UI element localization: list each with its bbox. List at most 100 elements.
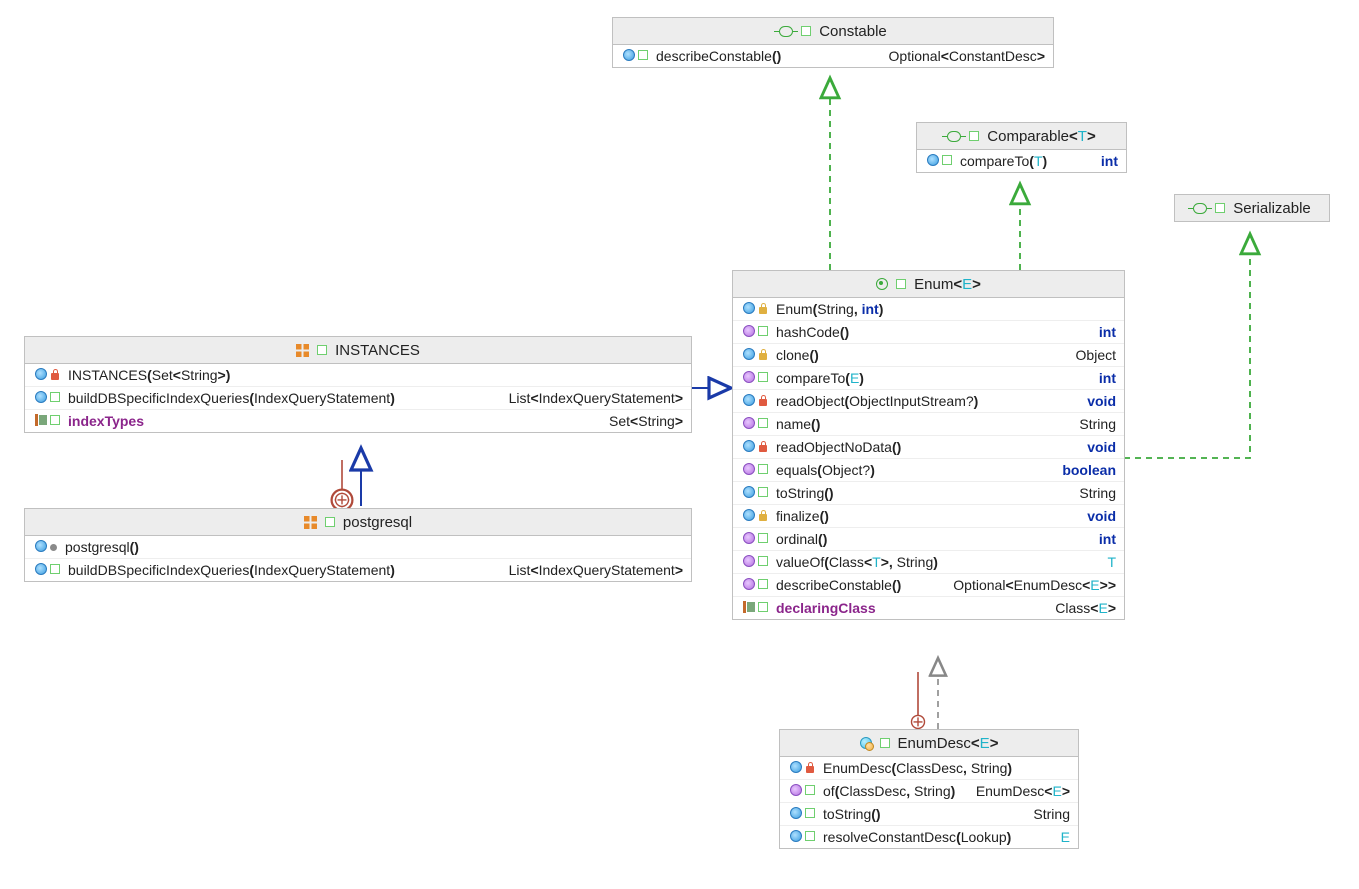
member-list: EnumDesc(ClassDesc, String)of(ClassDesc,… xyxy=(780,757,1078,848)
return-type: Optional<EnumDesc<E>> xyxy=(953,577,1116,593)
header-constable[interactable]: Constable xyxy=(613,18,1053,45)
return-type: List<IndexQueryStatement> xyxy=(509,390,683,406)
public-icon xyxy=(758,602,768,612)
public-icon xyxy=(758,418,768,428)
member-row[interactable]: compareTo(E)int xyxy=(733,367,1124,390)
member-row[interactable]: ordinal()int xyxy=(733,528,1124,551)
method-icon xyxy=(743,555,755,567)
box-constable[interactable]: Constable describeConstable() Optional<C… xyxy=(612,17,1054,68)
public-icon xyxy=(325,517,335,527)
signature: declaringClass xyxy=(776,600,876,616)
public-icon xyxy=(758,326,768,336)
return-type: void xyxy=(1087,393,1116,409)
public-icon xyxy=(805,785,815,795)
header-serializable[interactable]: Serializable xyxy=(1175,195,1329,221)
return-type: EnumDesc<E> xyxy=(976,783,1070,799)
method-icon xyxy=(743,325,755,337)
package-private-icon xyxy=(50,544,57,551)
member-row[interactable]: buildDBSpecificIndexQueries(IndexQuerySt… xyxy=(25,559,691,581)
return-type: void xyxy=(1087,439,1116,455)
method-icon xyxy=(743,417,755,429)
method-icon xyxy=(790,761,802,773)
method-icon xyxy=(623,49,635,61)
return-type: E xyxy=(1061,829,1070,845)
member-row[interactable]: readObjectNoData() void xyxy=(733,436,1124,459)
member-row[interactable]: buildDBSpecificIndexQueries(IndexQuerySt… xyxy=(25,387,691,410)
box-instances[interactable]: INSTANCES INSTANCES(Set<String>)buildDBS… xyxy=(24,336,692,433)
member-row[interactable]: finalize()void xyxy=(733,505,1124,528)
header-comparable[interactable]: Comparable<T> xyxy=(917,123,1126,150)
member-row[interactable]: indexTypes Set<String> xyxy=(25,410,691,432)
member-row[interactable]: INSTANCES(Set<String>) xyxy=(25,364,691,387)
signature: hashCode() xyxy=(776,324,849,340)
member-row[interactable]: toString() String xyxy=(733,482,1124,505)
member-row[interactable]: hashCode()int xyxy=(733,321,1124,344)
member-row[interactable]: name()String xyxy=(733,413,1124,436)
signature: indexTypes xyxy=(68,413,144,429)
signature: toString() xyxy=(776,485,834,501)
method-icon xyxy=(35,368,47,380)
member-row[interactable]: resolveConstantDesc(Lookup)E xyxy=(780,826,1078,848)
member-row[interactable]: EnumDesc(ClassDesc, String) xyxy=(780,757,1078,780)
return-type: int xyxy=(1101,153,1118,169)
public-icon xyxy=(758,579,768,589)
member-row[interactable]: describeConstable() Optional<EnumDesc<E>> xyxy=(733,574,1124,597)
private-lock-icon xyxy=(758,395,768,406)
signature: clone() xyxy=(776,347,819,363)
box-postgresql[interactable]: postgresql postgresql() buildDBSpecificIn… xyxy=(24,508,692,582)
return-type: boolean xyxy=(1062,462,1116,478)
return-type: Optional<ConstantDesc> xyxy=(889,48,1045,64)
member-row[interactable]: declaringClass Class<E> xyxy=(733,597,1124,619)
signature: valueOf(Class<T>, String) xyxy=(776,554,938,570)
public-icon xyxy=(942,155,952,165)
title: Serializable xyxy=(1233,200,1311,217)
public-icon xyxy=(758,533,768,543)
member-row[interactable]: valueOf(Class<T>, String)T xyxy=(733,551,1124,574)
member-list: INSTANCES(Set<String>)buildDBSpecificInd… xyxy=(25,364,691,432)
return-type: String xyxy=(1033,806,1070,822)
public-icon xyxy=(50,392,60,402)
box-enumdesc[interactable]: EnumDesc<E> EnumDesc(ClassDesc, String)o… xyxy=(779,729,1079,849)
member-row[interactable]: postgresql() xyxy=(25,536,691,559)
method-icon xyxy=(743,302,755,314)
title: Constable xyxy=(819,23,887,40)
method-icon xyxy=(790,807,802,819)
method-icon xyxy=(35,391,47,403)
member-row[interactable]: clone()Object xyxy=(733,344,1124,367)
member-row[interactable]: of(ClassDesc, String)EnumDesc<E> xyxy=(780,780,1078,803)
box-comparable[interactable]: Comparable<T> compareTo(T) int xyxy=(916,122,1127,173)
method-icon xyxy=(743,440,755,452)
method-icon xyxy=(790,830,802,842)
member-row[interactable]: readObject(ObjectInputStream?)void xyxy=(733,390,1124,413)
method-icon xyxy=(927,154,939,166)
public-icon xyxy=(880,738,890,748)
property-icon xyxy=(743,601,755,613)
member-row[interactable]: Enum(String, int) xyxy=(733,298,1124,321)
signature: describeConstable() xyxy=(776,577,901,593)
header-instances[interactable]: INSTANCES xyxy=(25,337,691,364)
title: EnumDesc<E> xyxy=(898,735,999,752)
return-type: String xyxy=(1079,485,1116,501)
member-row[interactable]: equals(Object?)boolean xyxy=(733,459,1124,482)
public-icon xyxy=(1215,203,1225,213)
public-icon xyxy=(317,345,327,355)
return-type: Class<E> xyxy=(1055,600,1116,616)
member-row[interactable]: compareTo(T) int xyxy=(917,150,1126,172)
public-icon xyxy=(969,131,979,141)
signature: compareTo(E) xyxy=(776,370,864,386)
header-enumdesc[interactable]: EnumDesc<E> xyxy=(780,730,1078,757)
method-icon xyxy=(743,371,755,383)
header-enum[interactable]: Enum<E> xyxy=(733,271,1124,298)
header-postgresql[interactable]: postgresql xyxy=(25,509,691,536)
return-type: Set<String> xyxy=(609,413,683,429)
box-enum[interactable]: Enum<E> Enum(String, int)hashCode()intcl… xyxy=(732,270,1125,620)
box-serializable[interactable]: Serializable xyxy=(1174,194,1330,222)
member-row[interactable]: toString()String xyxy=(780,803,1078,826)
signature: buildDBSpecificIndexQueries(IndexQuerySt… xyxy=(68,562,395,578)
signature: describeConstable() xyxy=(656,48,781,64)
signature: finalize() xyxy=(776,508,829,524)
public-icon xyxy=(805,808,815,818)
method-icon xyxy=(743,394,755,406)
signature: readObjectNoData() xyxy=(776,439,901,455)
member-row[interactable]: describeConstable() Optional<ConstantDes… xyxy=(613,45,1053,67)
